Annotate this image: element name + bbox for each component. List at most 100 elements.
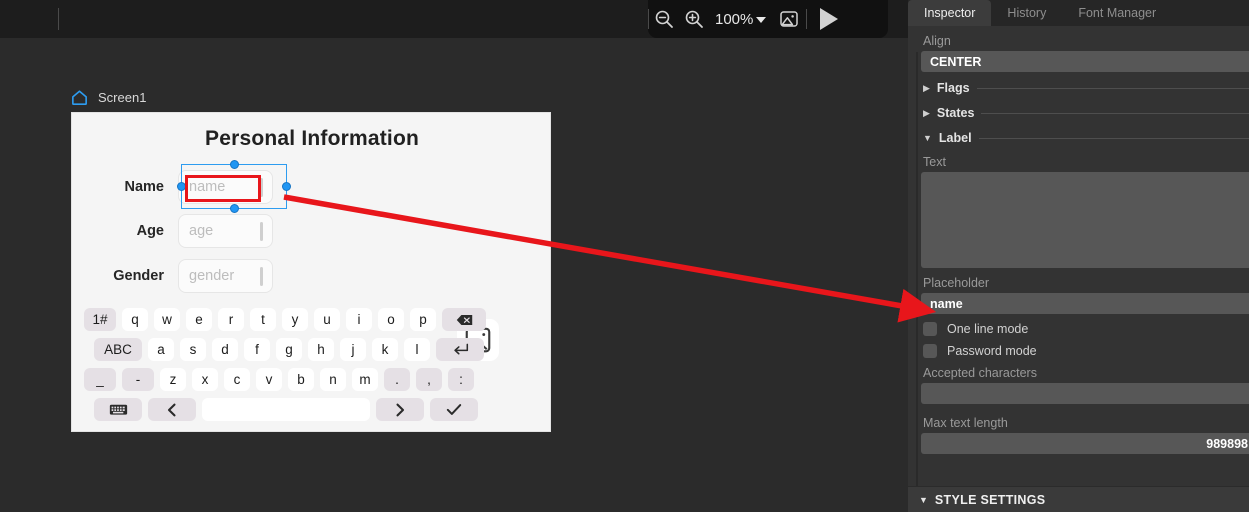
image-preview-button[interactable] xyxy=(772,0,806,38)
key-g[interactable]: g xyxy=(276,338,302,361)
password-mode-row[interactable]: Password mode xyxy=(923,344,1249,358)
key-v[interactable]: v xyxy=(256,368,282,391)
zoom-out-button[interactable] xyxy=(649,0,679,38)
password-mode-checkbox[interactable] xyxy=(923,344,937,358)
key-m[interactable]: m xyxy=(352,368,378,391)
key-h[interactable]: h xyxy=(308,338,334,361)
key-u[interactable]: u xyxy=(314,308,340,331)
max-text-length-input[interactable]: 989898 xyxy=(921,433,1249,454)
text-label: Text xyxy=(923,155,946,169)
section-flags[interactable]: ▶ Flags xyxy=(923,79,1249,97)
align-dropdown[interactable]: CENTER xyxy=(921,51,1249,72)
key-backspace[interactable] xyxy=(442,308,486,331)
key-y[interactable]: y xyxy=(282,308,308,331)
panel-tabs: Inspector History Font Manager xyxy=(908,0,1249,26)
enter-icon xyxy=(453,343,468,355)
chevron-down-icon xyxy=(756,17,767,23)
inspector-content: Align CENTER ▶ Flags ▶ States ▼ Label Te… xyxy=(908,26,1249,512)
key-b[interactable]: b xyxy=(288,368,314,391)
key-l[interactable]: l xyxy=(404,338,430,361)
zoom-level-dropdown[interactable]: 100% xyxy=(709,0,772,38)
section-label[interactable]: ▼ Label xyxy=(923,129,1249,147)
virtual-keyboard[interactable]: 1# q w e r t y u i o p ABC a s d f g h j… xyxy=(84,308,540,428)
one-line-mode-label: One line mode xyxy=(947,322,1029,336)
key-f[interactable]: f xyxy=(244,338,270,361)
key-enter[interactable] xyxy=(436,338,484,361)
accepted-characters-input[interactable] xyxy=(921,383,1249,404)
text-input-gender[interactable]: gender xyxy=(178,259,273,293)
zoom-out-icon xyxy=(655,10,673,28)
placeholder-input[interactable]: name xyxy=(921,293,1249,314)
key-w[interactable]: w xyxy=(154,308,180,331)
keyboard-row-1: 1# q w e r t y u i o p xyxy=(84,308,540,331)
key-a[interactable]: a xyxy=(148,338,174,361)
tab-inspector[interactable]: Inspector xyxy=(908,0,992,26)
key-space[interactable] xyxy=(202,398,370,421)
key-e[interactable]: e xyxy=(186,308,212,331)
chevron-down-icon: ▼ xyxy=(923,132,932,143)
style-settings-section[interactable]: ▼ STYLE SETTINGS xyxy=(908,486,1249,512)
text-input-age[interactable]: age xyxy=(178,214,273,248)
key-x[interactable]: x xyxy=(192,368,218,391)
inspector-panel: Inspector History Font Manager Align CEN… xyxy=(908,0,1249,512)
form-field-age[interactable]: Age age xyxy=(72,214,273,248)
key-r[interactable]: r xyxy=(218,308,244,331)
key-keyboard-toggle[interactable] xyxy=(94,398,142,421)
placeholder-label: Placeholder xyxy=(923,276,990,290)
form-field-name[interactable]: Name name xyxy=(72,170,273,204)
chevron-right-icon xyxy=(396,403,405,416)
chevron-right-icon: ▶ xyxy=(923,82,930,93)
key-abc[interactable]: ABC xyxy=(94,338,142,361)
section-rule xyxy=(976,87,1249,89)
key-hyphen[interactable]: - xyxy=(122,368,154,391)
key-symbols[interactable]: 1# xyxy=(84,308,116,331)
key-period[interactable]: . xyxy=(384,368,410,391)
key-prev[interactable] xyxy=(148,398,196,421)
caret-bar-name xyxy=(260,178,263,197)
keyboard-icon xyxy=(109,404,127,415)
play-icon xyxy=(820,8,839,30)
key-j[interactable]: j xyxy=(340,338,366,361)
zoom-in-button[interactable] xyxy=(679,0,709,38)
text-textarea[interactable] xyxy=(921,172,1249,268)
key-comma[interactable]: , xyxy=(416,368,442,391)
key-colon[interactable]: : xyxy=(448,368,474,391)
run-preview-button[interactable] xyxy=(807,0,851,38)
editor-area: 100% Screen1 Personal Information Name n… xyxy=(0,0,908,512)
zoom-in-icon xyxy=(685,10,703,28)
image-icon xyxy=(780,11,799,27)
section-rule xyxy=(981,112,1249,114)
keyboard-row-2: ABC a s d f g h j k l xyxy=(84,338,540,361)
tab-font-manager[interactable]: Font Manager xyxy=(1062,0,1172,26)
key-s[interactable]: s xyxy=(180,338,206,361)
section-states[interactable]: ▶ States xyxy=(923,104,1249,122)
key-next[interactable] xyxy=(376,398,424,421)
key-z[interactable]: z xyxy=(160,368,186,391)
key-c[interactable]: c xyxy=(224,368,250,391)
key-p[interactable]: p xyxy=(410,308,436,331)
section-flags-label: Flags xyxy=(936,81,970,95)
key-q[interactable]: q xyxy=(122,308,148,331)
caret-bar-age xyxy=(260,222,263,241)
form-title: Personal Information xyxy=(204,127,420,150)
key-n[interactable]: n xyxy=(320,368,346,391)
accepted-characters-label: Accepted characters xyxy=(923,366,1037,380)
key-d[interactable]: d xyxy=(212,338,238,361)
screen-preview[interactable]: Personal Information Name name Age age G… xyxy=(71,112,551,432)
tab-history[interactable]: History xyxy=(991,0,1062,26)
key-k[interactable]: k xyxy=(372,338,398,361)
key-t[interactable]: t xyxy=(250,308,276,331)
text-input-name[interactable]: name xyxy=(178,170,273,204)
screen-breadcrumb[interactable]: Screen1 xyxy=(70,88,146,107)
key-underscore[interactable]: _ xyxy=(84,368,116,391)
section-rule xyxy=(978,137,1249,139)
one-line-mode-checkbox[interactable] xyxy=(923,322,937,336)
keyboard-row-3: _ - z x c v b n m . , : xyxy=(84,368,540,391)
key-confirm[interactable] xyxy=(430,398,478,421)
field-label-age: Age xyxy=(136,223,164,239)
key-i[interactable]: i xyxy=(346,308,372,331)
key-o[interactable]: o xyxy=(378,308,404,331)
style-settings-label: STYLE SETTINGS xyxy=(934,492,1046,507)
form-field-gender[interactable]: Gender gender xyxy=(72,259,273,293)
one-line-mode-row[interactable]: One line mode xyxy=(923,322,1249,336)
